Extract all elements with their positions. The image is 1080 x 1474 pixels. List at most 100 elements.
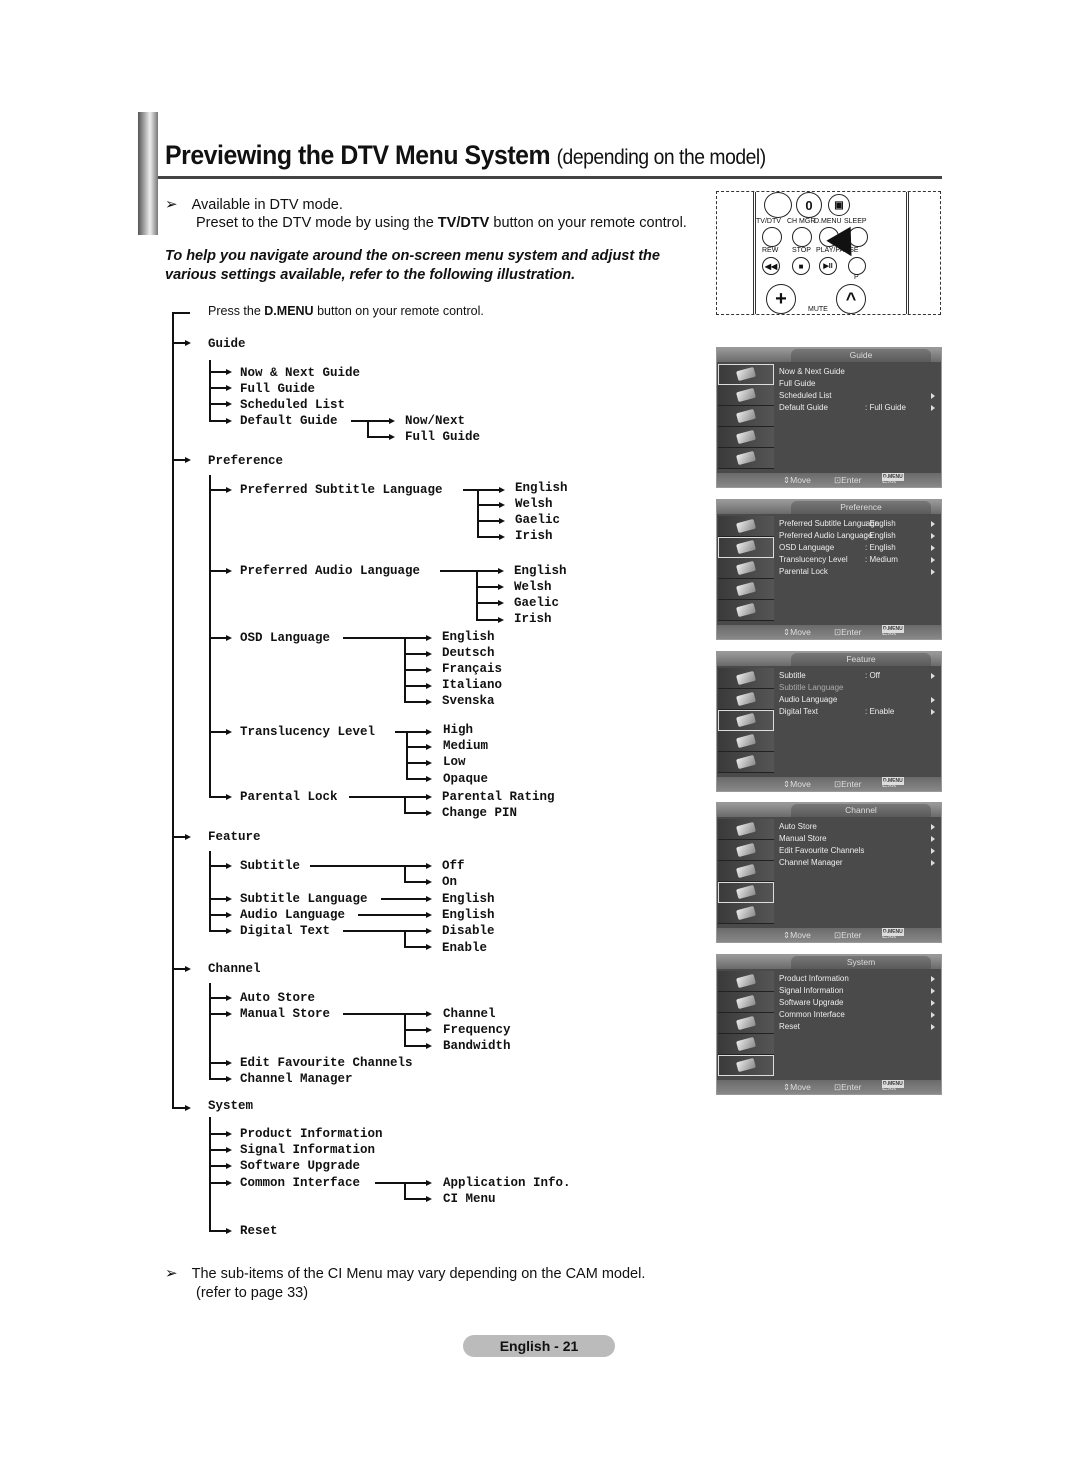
tree-option: English <box>442 892 495 906</box>
tree-option: Parental Rating <box>442 790 555 804</box>
stop-icon: ■ <box>792 257 810 275</box>
tv-menu-category-icon[interactable] <box>718 903 774 924</box>
tv-menu-row[interactable]: Preferred Audio Language: English <box>779 530 939 542</box>
tv-menu-row[interactable]: Signal Information <box>779 985 939 997</box>
arrow-icon: ➢ <box>165 196 178 213</box>
tree-auto-store: Auto Store <box>240 991 316 1005</box>
tv-menu-category-icon[interactable] <box>718 840 774 861</box>
tv-menu-category-icon[interactable] <box>718 861 774 882</box>
tv-menu-category-icon[interactable] <box>718 1055 774 1076</box>
tv-menu-category-icon[interactable] <box>718 385 774 406</box>
tv-menu-row[interactable]: OSD Language: English <box>779 542 939 554</box>
tree-parental-lock: Parental Lock <box>240 790 338 804</box>
tv-menu-row-label: Full Guide <box>779 379 816 388</box>
tv-menu-row[interactable]: Translucency Level: Medium <box>779 554 939 566</box>
tv-menu-row[interactable]: Subtitle Language <box>779 682 939 694</box>
tree-reset: Reset <box>240 1224 278 1238</box>
tv-menu-category-icon[interactable] <box>718 448 774 469</box>
chevron-right-icon <box>931 405 935 411</box>
tree-common-interface: Common Interface <box>240 1176 361 1190</box>
tv-menu-footer: ⇕ Move ⊡ Enter D.MENU Exit <box>717 777 941 791</box>
intro-line-1: To help you navigate around the on-scree… <box>165 248 660 264</box>
tv-menu-category-icon[interactable] <box>718 406 774 427</box>
chevron-right-icon <box>931 697 935 703</box>
tv-menu-row[interactable]: Digital Text: Enable <box>779 706 939 718</box>
tv-menu-row-label: Reset <box>779 1022 800 1031</box>
tv-menu-category-icon[interactable] <box>718 427 774 448</box>
tv-menu-category-icon[interactable] <box>718 364 774 385</box>
tree-option: Now/Next <box>405 414 466 428</box>
enter-label: Enter <box>841 627 862 637</box>
tv-menu-row-value: : Off <box>865 671 880 680</box>
remote-button-chmgr <box>792 227 812 247</box>
tv-menu-preference: Preference Preferred Subtitle Language: E… <box>716 499 942 640</box>
tree-option: Welsh <box>515 497 553 511</box>
tv-menu-row-label: Software Upgrade <box>779 998 844 1007</box>
move-label: Move <box>790 930 811 940</box>
tv-menu-items: Preferred Subtitle Language: English Pref… <box>779 518 939 578</box>
volume-plus-icon: + <box>766 284 796 314</box>
remote-button-blank <box>764 192 792 218</box>
tv-menu-category-icon[interactable] <box>718 731 774 752</box>
tv-menu-category-icon[interactable] <box>718 971 774 992</box>
tv-menu-row[interactable]: Software Upgrade <box>779 997 939 1009</box>
tv-menu-category-icon[interactable] <box>718 882 774 903</box>
tv-menu-guide: Guide Now & Next Guide Full Guide Scheduled… <box>716 347 942 488</box>
tv-menu-row[interactable]: Now & Next Guide <box>779 366 939 378</box>
tv-menu-row[interactable]: Parental Lock <box>779 566 939 578</box>
tv-menu-category-icon[interactable] <box>718 579 774 600</box>
tv-menu-row[interactable]: Scheduled List <box>779 390 939 402</box>
tv-menu-row[interactable]: Manual Store <box>779 833 939 845</box>
note-preset: Preset to the DTV mode by using the TV/D… <box>196 214 687 233</box>
remote-control-illustration: 0 ▣ TV/DTV CH MGR D.MENU SLEEP REW STOP … <box>716 191 941 315</box>
move-hint: ⇕ Move <box>783 627 811 637</box>
tv-menu-category-icon[interactable] <box>718 819 774 840</box>
tv-menu-row-label: Default Guide <box>779 403 828 412</box>
tv-menu-category-icon[interactable] <box>718 558 774 579</box>
tv-menu-category-icon[interactable] <box>718 992 774 1013</box>
tv-menu-category-icon[interactable] <box>718 689 774 710</box>
chevron-right-icon <box>931 557 935 563</box>
tv-menu-row[interactable]: Full Guide <box>779 378 939 390</box>
tv-menu-row[interactable]: Channel Manager <box>779 857 939 869</box>
tv-menu-row[interactable]: Subtitle: Off <box>779 670 939 682</box>
remote-button-ff <box>848 257 866 275</box>
tv-menu-row[interactable]: Common Interface <box>779 1009 939 1021</box>
tv-menu-category-icon[interactable] <box>718 537 774 558</box>
chevron-right-icon <box>931 521 935 527</box>
header-side-bar <box>138 112 158 235</box>
intro-line-2: various settings available, refer to the… <box>165 267 576 283</box>
tree-option: English <box>442 908 495 922</box>
tv-menu-row[interactable]: Edit Favourite Channels <box>779 845 939 857</box>
tv-menu-row-label: Parental Lock <box>779 567 828 576</box>
remote-label-mute: MUTE <box>808 306 828 313</box>
tree-manual-store: Manual Store <box>240 1007 331 1021</box>
tv-menu-row[interactable]: Default Guide: Full Guide <box>779 402 939 414</box>
chevron-right-icon <box>931 1000 935 1006</box>
tv-menu-category-icon[interactable] <box>718 668 774 689</box>
tv-menu-category-icon[interactable] <box>718 516 774 537</box>
arrow-icon <box>185 457 191 463</box>
tv-menu-category-icon[interactable] <box>718 710 774 731</box>
tv-menu-row[interactable]: Preferred Subtitle Language: English <box>779 518 939 530</box>
tree-default-guide: Default Guide <box>240 414 338 428</box>
tv-menu-category-icon[interactable] <box>718 600 774 621</box>
enter-label: Enter <box>841 475 862 485</box>
chevron-right-icon <box>931 860 935 866</box>
tv-menu-row-label: Scheduled List <box>779 391 832 400</box>
tv-menu-row[interactable]: Product Information <box>779 973 939 985</box>
tv-menu-category-icon[interactable] <box>718 1013 774 1034</box>
tv-menu-row[interactable]: Auto Store <box>779 821 939 833</box>
page-title: Previewing the DTV Menu System (dependin… <box>165 140 766 171</box>
tv-menu-row[interactable]: Reset <box>779 1021 939 1033</box>
tv-menu-channel: Channel Auto Store Manual Store Edit Favour… <box>716 802 942 943</box>
tree-option: Full Guide <box>405 430 481 444</box>
tree-option: Channel <box>443 1007 496 1021</box>
remote-button-info: ▣ <box>828 194 850 216</box>
tv-menu-category-icon[interactable] <box>718 752 774 773</box>
tree-option: Gaelic <box>515 513 561 527</box>
tv-menu-category-icon[interactable] <box>718 1034 774 1055</box>
tv-menu-row[interactable]: Audio Language <box>779 694 939 706</box>
tree-preference: Preference <box>208 454 284 468</box>
chevron-right-icon <box>931 709 935 715</box>
